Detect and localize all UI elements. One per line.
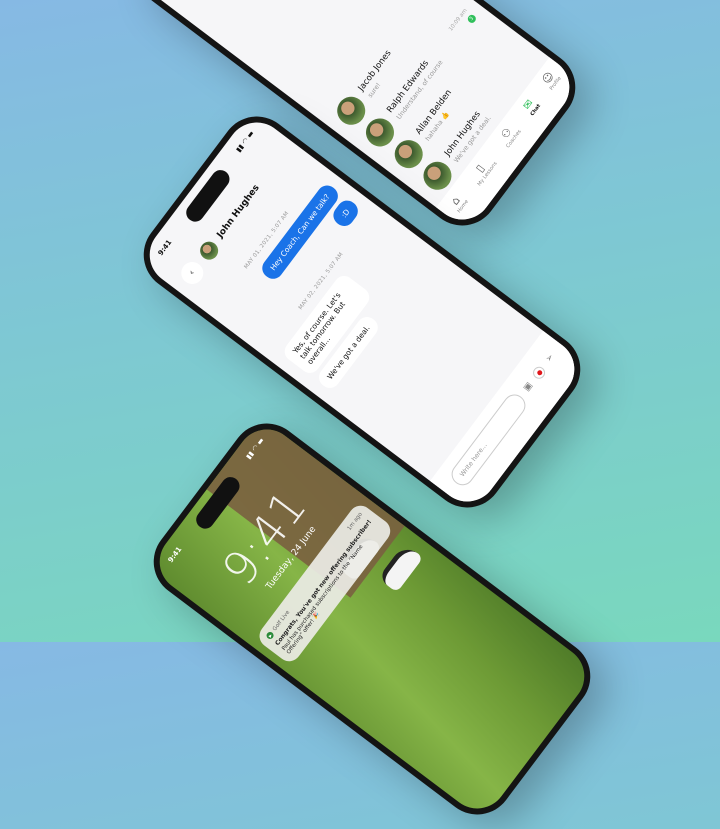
tab-coaches[interactable]: ⚇ Coaches — [496, 122, 523, 149]
lock-screen: 9:41 ▮▮ ◠ ▬ 9:41 Tuesday, 24 June ▶ Golf L… — [147, 417, 597, 821]
tab-home[interactable]: ⌂ Home — [447, 192, 470, 214]
tab-profile[interactable]: ☺ Profile — [539, 68, 562, 91]
lock-screen-phone: 9:41 ▮▮ ◠ ▬ 9:41 Tuesday, 24 June ▶ Golf L… — [139, 409, 605, 829]
app-icon: ▶ — [265, 630, 275, 641]
send-icon[interactable]: ➢ — [544, 352, 557, 364]
record-button[interactable] — [530, 364, 548, 381]
message-time: 10:09 am — [447, 7, 469, 33]
status-time: 9:41 — [166, 545, 184, 565]
signal-wifi-battery-icon: ▮▮ ◠ ▬ — [234, 129, 256, 154]
unread-badge: 3 — [465, 12, 478, 25]
composer-bar: Write here... ▣ ➢ — [430, 330, 587, 514]
back-button[interactable]: ‹ — [176, 257, 208, 289]
contact-avatar — [196, 238, 222, 264]
message-input[interactable]: Write here... — [447, 390, 530, 490]
tab-chat[interactable]: ✉ Chat — [520, 96, 542, 117]
contact-name: John Hughes — [215, 183, 262, 241]
tab-my-lessons[interactable]: ▯ My Lessons — [467, 154, 499, 188]
status-time: 9:41 — [156, 238, 174, 258]
record-icon — [535, 368, 543, 376]
image-icon[interactable]: ▣ — [522, 381, 535, 394]
